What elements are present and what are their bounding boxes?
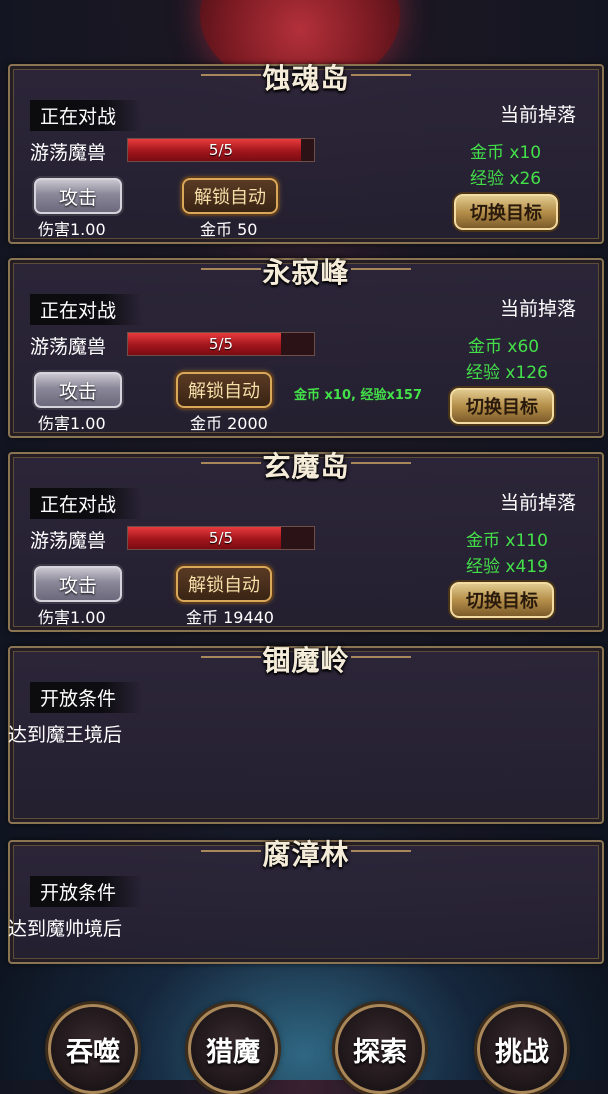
damage-text: 伤害1.00: [38, 414, 106, 433]
monster-name: 游荡魔兽: [30, 530, 107, 552]
zone-panel-1: 蚀魂岛 正在对战 游荡魔兽 5/5 攻击 解锁自动 伤害1.00 金币 50 当…: [8, 62, 604, 244]
monster-name: 游荡魔兽: [30, 336, 107, 358]
drop-title: 当前掉落: [499, 492, 576, 514]
drop-gold: 金币 x110: [466, 531, 548, 551]
zone-title: 锢魔岭: [262, 644, 350, 677]
hp-text: 5/5: [208, 335, 234, 353]
unlock-cost: 金币 2000: [190, 414, 268, 433]
monster-hp-bar: 5/5: [127, 526, 315, 550]
switch-target-button[interactable]: 切换目标: [450, 388, 554, 424]
open-condition-label: 开放条件: [30, 876, 143, 907]
drop-gold: 金币 x60: [468, 337, 540, 357]
open-condition-text: 达到魔帅境后: [8, 918, 123, 940]
drop-title: 当前掉落: [499, 104, 576, 126]
zone-panel-3: 玄魔岛 正在对战 游荡魔兽 5/5 攻击 解锁自动 伤害1.00 金币 1944…: [8, 450, 604, 632]
nav-challenge-button[interactable]: 挑战: [477, 1004, 567, 1094]
zone-title-plate: 腐漳林: [201, 836, 411, 871]
switch-target-button[interactable]: 切换目标: [450, 582, 554, 618]
auto-bonus-text: 金币 x10, 经验x157: [294, 388, 422, 403]
zone-title: 永寂峰: [262, 256, 350, 289]
zone-title: 玄魔岛: [262, 450, 350, 483]
attack-button[interactable]: 攻击: [34, 178, 122, 214]
open-condition-text: 达到魔王境后: [8, 724, 123, 746]
attack-button[interactable]: 攻击: [34, 566, 122, 602]
switch-target-button[interactable]: 切换目标: [454, 194, 558, 230]
unlock-cost: 金币 50: [200, 220, 258, 239]
drop-title: 当前掉落: [499, 298, 576, 320]
locked-zone-panel-2: 腐漳林 开放条件 达到魔帅境后: [8, 838, 604, 964]
nav-hunt-button[interactable]: 猎魔: [188, 1004, 278, 1094]
drop-exp: 经验 x126: [466, 363, 548, 383]
zone-title-plate: 蚀魂岛: [201, 60, 411, 95]
drop-gold: 金币 x10: [470, 143, 542, 163]
zone-title: 腐漳林: [262, 838, 350, 871]
nav-devour-button[interactable]: 吞噬: [48, 1004, 138, 1094]
locked-zone-panel-1: 锢魔岭 开放条件 达到魔王境后: [8, 644, 604, 824]
hp-text: 5/5: [208, 141, 234, 159]
monster-hp-bar: 5/5: [127, 138, 315, 162]
hp-text: 5/5: [208, 529, 234, 547]
unlock-auto-button[interactable]: 解锁自动: [176, 566, 272, 602]
open-condition-label: 开放条件: [30, 682, 143, 713]
damage-text: 伤害1.00: [38, 608, 106, 627]
drop-exp: 经验 x419: [466, 557, 548, 577]
unlock-auto-button[interactable]: 解锁自动: [182, 178, 278, 214]
zone-title-plate: 永寂峰: [201, 254, 411, 289]
damage-text: 伤害1.00: [38, 220, 106, 239]
unlock-cost: 金币 19440: [186, 608, 274, 627]
monster-name: 游荡魔兽: [30, 142, 107, 164]
battle-label: 正在对战: [30, 100, 143, 131]
monster-hp-bar: 5/5: [127, 332, 315, 356]
zone-title-plate: 玄魔岛: [201, 448, 411, 483]
nav-explore-button[interactable]: 探索: [335, 1004, 425, 1094]
battle-label: 正在对战: [30, 294, 143, 325]
drop-exp: 经验 x26: [470, 169, 542, 189]
zone-title: 蚀魂岛: [262, 62, 350, 95]
zone-title-plate: 锢魔岭: [201, 642, 411, 677]
zone-panel-2: 永寂峰 正在对战 游荡魔兽 5/5 攻击 解锁自动 金币 x10, 经验x157…: [8, 256, 604, 438]
unlock-auto-button[interactable]: 解锁自动: [176, 372, 272, 408]
attack-button[interactable]: 攻击: [34, 372, 122, 408]
battle-label: 正在对战: [30, 488, 143, 519]
